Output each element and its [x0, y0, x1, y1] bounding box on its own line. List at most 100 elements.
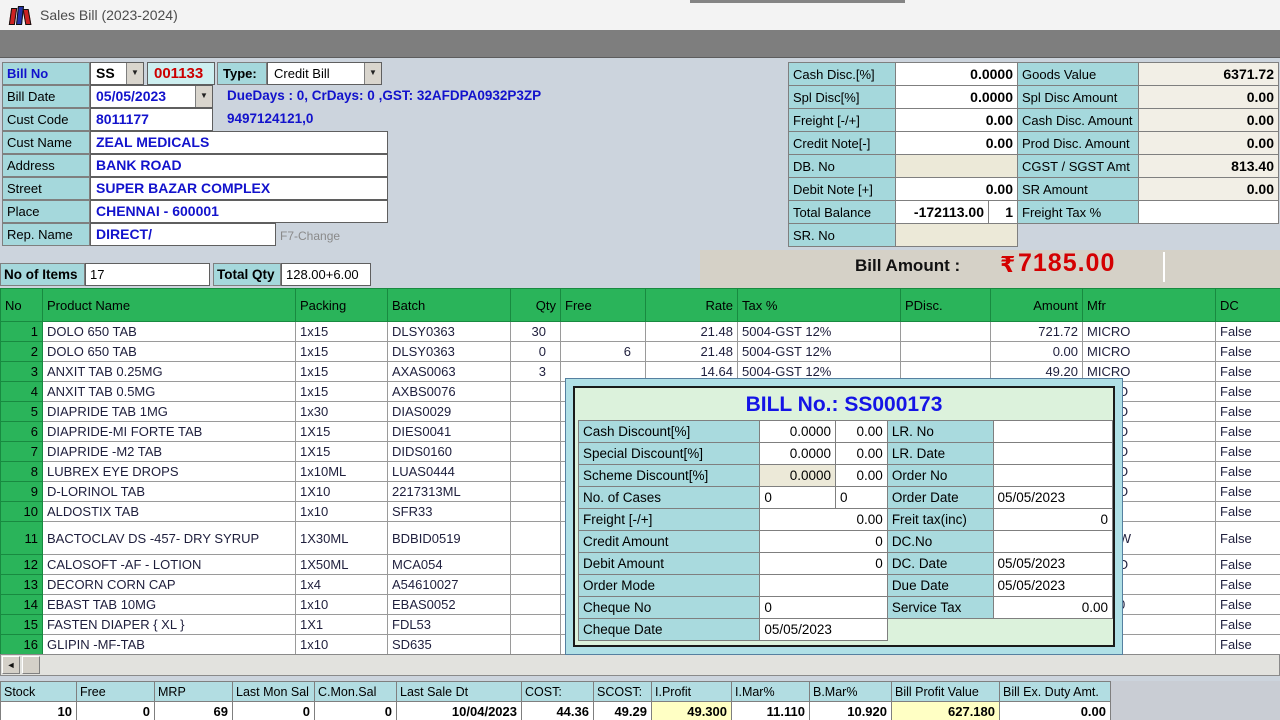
table-cell-no[interactable]: 6: [1, 422, 43, 442]
table-cell-rate[interactable]: 21.48: [646, 342, 738, 362]
table-cell-dc[interactable]: False: [1216, 382, 1280, 402]
table-cell-dc[interactable]: False: [1216, 635, 1280, 655]
table-cell-packing[interactable]: 1x10: [296, 595, 388, 615]
table-cell-packing[interactable]: 1X10: [296, 482, 388, 502]
table-cell-name[interactable]: EBAST TAB 10MG: [43, 595, 296, 615]
table-cell-no[interactable]: 15: [1, 615, 43, 635]
table-cell-qty[interactable]: 30: [511, 322, 561, 342]
table-cell-batch[interactable]: DLSY0363: [388, 342, 511, 362]
dialog-value-field[interactable]: 0: [760, 487, 836, 509]
table-cell-no[interactable]: 14: [1, 595, 43, 615]
table-cell-qty[interactable]: [511, 462, 561, 482]
table-cell-dc[interactable]: False: [1216, 502, 1280, 522]
table-cell-dc[interactable]: False: [1216, 442, 1280, 462]
table-cell-no[interactable]: 4: [1, 382, 43, 402]
bill-type-dropdown[interactable]: Credit Bill ▼: [267, 62, 382, 85]
table-cell-dc[interactable]: False: [1216, 362, 1280, 382]
dialog-value-field[interactable]: [993, 421, 1112, 443]
chevron-down-icon[interactable]: ▼: [195, 86, 212, 107]
table-cell-no[interactable]: 9: [1, 482, 43, 502]
dialog-value-field[interactable]: [993, 531, 1112, 553]
table-cell-packing[interactable]: 1X15: [296, 422, 388, 442]
table-cell-no[interactable]: 2: [1, 342, 43, 362]
table-cell-packing[interactable]: 1x10: [296, 502, 388, 522]
table-cell-batch[interactable]: DIDS0160: [388, 442, 511, 462]
street-field[interactable]: SUPER BAZAR COMPLEX: [90, 177, 388, 200]
table-cell-batch[interactable]: BDBID0519: [388, 522, 511, 555]
table-cell-batch[interactable]: DIAS0029: [388, 402, 511, 422]
dialog-value-field[interactable]: 0.00: [993, 597, 1112, 619]
summary-value-field[interactable]: 0.0000: [896, 86, 1018, 109]
dialog-value-field[interactable]: 05/05/2023: [993, 487, 1112, 509]
table-cell-pdisc[interactable]: [901, 342, 991, 362]
chevron-down-icon[interactable]: ▼: [364, 63, 381, 84]
dialog-value-field[interactable]: 0.00: [836, 443, 888, 465]
dialog-value-field[interactable]: 0: [760, 531, 887, 553]
table-cell-dc[interactable]: False: [1216, 462, 1280, 482]
dialog-value-field[interactable]: 0.00: [836, 465, 888, 487]
table-cell-pdisc[interactable]: [901, 322, 991, 342]
table-cell-name[interactable]: GLIPIN -MF-TAB: [43, 635, 296, 655]
table-cell-name[interactable]: DIAPRIDE TAB 1MG: [43, 402, 296, 422]
table-cell-no[interactable]: 13: [1, 575, 43, 595]
table-cell-qty[interactable]: [511, 635, 561, 655]
horizontal-scrollbar[interactable]: ◄: [0, 654, 1280, 676]
table-cell-packing[interactable]: 1x30: [296, 402, 388, 422]
table-cell-dc[interactable]: False: [1216, 422, 1280, 442]
bill-date-picker[interactable]: 05/05/2023 ▼: [90, 85, 213, 108]
table-cell-dc[interactable]: False: [1216, 482, 1280, 502]
table-cell-batch[interactable]: FDL53: [388, 615, 511, 635]
bill-number-field[interactable]: 001133: [147, 62, 215, 85]
dialog-value-field[interactable]: 0: [836, 487, 888, 509]
table-cell-dc[interactable]: False: [1216, 322, 1280, 342]
table-cell-qty[interactable]: [511, 422, 561, 442]
table-cell-name[interactable]: DECORN CORN CAP: [43, 575, 296, 595]
table-cell-packing[interactable]: 1x10ML: [296, 462, 388, 482]
table-cell-tax[interactable]: 5004-GST 12%: [738, 322, 901, 342]
table-cell-dc[interactable]: False: [1216, 555, 1280, 575]
dialog-value-field[interactable]: [993, 443, 1112, 465]
table-cell-no[interactable]: 8: [1, 462, 43, 482]
summary-value-field[interactable]: 0.00: [896, 109, 1018, 132]
table-cell-batch[interactable]: A54610027: [388, 575, 511, 595]
summary-value-field[interactable]: [896, 224, 1018, 247]
table-cell-dc[interactable]: False: [1216, 402, 1280, 422]
dialog-value-field[interactable]: [760, 575, 887, 597]
table-cell-batch[interactable]: SFR33: [388, 502, 511, 522]
place-field[interactable]: CHENNAI - 600001: [90, 200, 388, 223]
summary-value-field[interactable]: 0.0000: [896, 63, 1018, 86]
table-cell-no[interactable]: 7: [1, 442, 43, 462]
table-cell-qty[interactable]: [511, 442, 561, 462]
series-dropdown[interactable]: SS ▼: [90, 62, 144, 85]
table-cell-qty[interactable]: [511, 522, 561, 555]
table-cell-tax[interactable]: 5004-GST 12%: [738, 342, 901, 362]
dialog-value-field[interactable]: 0.0000: [760, 443, 836, 465]
dialog-value-field[interactable]: 0.0000: [760, 421, 836, 443]
table-cell-qty[interactable]: [511, 502, 561, 522]
dialog-value-field[interactable]: 0: [760, 597, 887, 619]
summary-extra-field[interactable]: 1: [989, 201, 1018, 224]
table-cell-batch[interactable]: DLSY0363: [388, 322, 511, 342]
table-cell-packing[interactable]: 1x15: [296, 382, 388, 402]
table-cell-amount[interactable]: 721.72: [991, 322, 1083, 342]
table-cell-no[interactable]: 10: [1, 502, 43, 522]
summary-value-field[interactable]: [1139, 201, 1279, 224]
cust-name-field[interactable]: ZEAL MEDICALS: [90, 131, 388, 154]
table-cell-no[interactable]: 5: [1, 402, 43, 422]
table-cell-batch[interactable]: LUAS0444: [388, 462, 511, 482]
table-cell-dc[interactable]: False: [1216, 575, 1280, 595]
table-cell-no[interactable]: 12: [1, 555, 43, 575]
table-cell-qty[interactable]: 3: [511, 362, 561, 382]
table-cell-name[interactable]: FASTEN DIAPER { XL }: [43, 615, 296, 635]
table-cell-no[interactable]: 16: [1, 635, 43, 655]
table-cell-name[interactable]: ALDOSTIX TAB: [43, 502, 296, 522]
table-cell-packing[interactable]: 1x10: [296, 635, 388, 655]
table-cell-name[interactable]: DOLO 650 TAB: [43, 322, 296, 342]
table-cell-qty[interactable]: [511, 382, 561, 402]
table-cell-dc[interactable]: False: [1216, 615, 1280, 635]
table-cell-qty[interactable]: [511, 575, 561, 595]
table-cell-batch[interactable]: SD635: [388, 635, 511, 655]
table-cell-dc[interactable]: False: [1216, 342, 1280, 362]
table-cell-name[interactable]: LUBREX EYE DROPS: [43, 462, 296, 482]
dialog-value-field[interactable]: 0.00: [836, 421, 888, 443]
